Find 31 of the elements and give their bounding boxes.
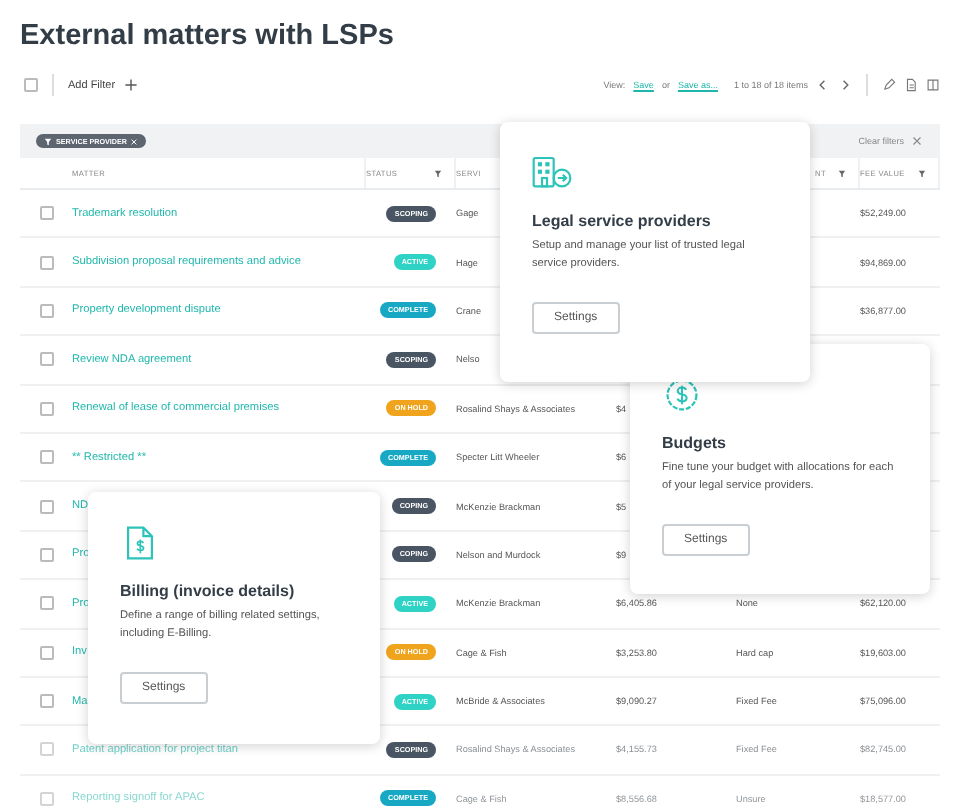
row-checkbox[interactable] — [39, 645, 53, 660]
close-icon[interactable] — [910, 134, 924, 148]
card-title: Billing (invoice details) — [120, 582, 297, 600]
document-icon[interactable] — [904, 78, 918, 92]
plus-icon[interactable] — [123, 78, 138, 92]
next-icon[interactable] — [838, 78, 852, 92]
filter-icon — [44, 137, 52, 145]
row-checkbox[interactable] — [39, 547, 53, 562]
columns-icon[interactable] — [926, 78, 940, 92]
filter-icon[interactable] — [838, 169, 846, 177]
row-checkbox[interactable] — [39, 450, 53, 465]
row-checkbox[interactable] — [39, 791, 53, 806]
building-icon — [532, 156, 572, 190]
row-checkbox[interactable] — [39, 694, 53, 709]
filter-icon[interactable] — [434, 169, 442, 177]
row-checkbox[interactable] — [39, 499, 53, 514]
dollar-badge-icon — [662, 378, 702, 412]
pencil-icon[interactable] — [882, 78, 896, 92]
previous-icon[interactable] — [816, 78, 830, 92]
row-checkbox[interactable] — [39, 255, 53, 270]
page-title: External matters with LSPs — [18, 18, 396, 54]
row-checkbox[interactable] — [39, 352, 53, 367]
card-title: Legal service providers — [532, 212, 713, 230]
row-checkbox[interactable] — [39, 303, 53, 318]
select-all-checkbox[interactable] — [24, 78, 38, 92]
card-title: Budgets — [662, 434, 728, 452]
row-checkbox[interactable] — [39, 742, 53, 757]
row-checkbox[interactable] — [39, 206, 53, 221]
filter-icon[interactable] — [918, 169, 926, 177]
row-checkbox[interactable] — [39, 401, 53, 416]
row-checkbox[interactable] — [39, 596, 53, 611]
